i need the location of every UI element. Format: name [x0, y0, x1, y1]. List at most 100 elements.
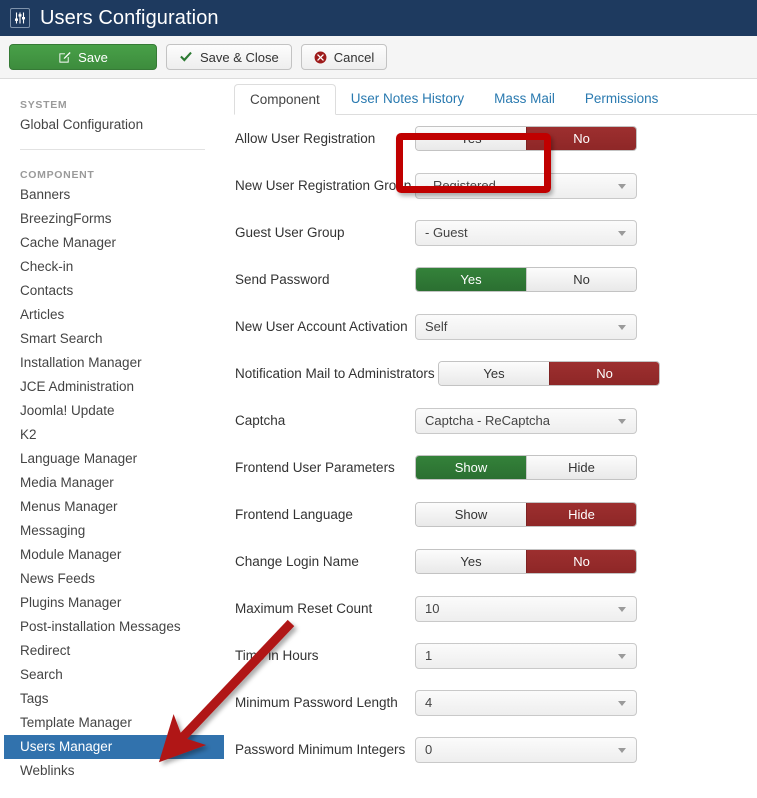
sidebar-item-module-manager[interactable]: Module Manager: [0, 543, 225, 567]
toggle-option-frontend-language-show[interactable]: Show: [416, 503, 526, 526]
chevron-down-icon: [618, 324, 626, 330]
chevron-down-icon: [618, 747, 626, 753]
page-title: Users Configuration: [40, 7, 219, 29]
toggle-change-login-name[interactable]: Yes No: [415, 549, 637, 574]
select-value-minimum-password-length: 4: [425, 695, 433, 710]
main-content: Component User Notes History Mass Mail Perm…: [225, 80, 757, 798]
field-control-change-login-name: Yes No: [415, 549, 637, 574]
sidebar-item-tags[interactable]: Tags: [0, 687, 225, 711]
chevron-down-icon: [618, 230, 626, 236]
toggle-option-change-login-name-yes[interactable]: Yes: [416, 550, 526, 573]
tab-bar: Component User Notes History Mass Mail Perm…: [234, 80, 757, 115]
save-and-close-button-label: Save & Close: [200, 49, 279, 65]
sidebar-heading: SYSTEM: [20, 99, 68, 111]
sidebar-item-plugins-manager[interactable]: Plugins Manager: [0, 591, 225, 615]
sidebar-item-menus-manager[interactable]: Menus Manager: [0, 495, 225, 519]
sidebar-item-smart-search[interactable]: Smart Search: [0, 327, 225, 351]
cancel-circle-icon: [314, 51, 327, 64]
toggle-send-password[interactable]: Yes No: [415, 267, 637, 292]
field-control-allow-user-registration: Yes No: [415, 126, 637, 151]
sidebar-item-banners[interactable]: Banners: [0, 183, 225, 207]
sidebar-item-cache-manager[interactable]: Cache Manager: [0, 231, 225, 255]
select-value-new-user-account-activation: Self: [425, 319, 448, 334]
save-button-label: Save: [78, 49, 108, 65]
toggle-option-send-password-yes[interactable]: Yes: [416, 268, 526, 291]
field-label-time-in-hours: Time in Hours: [235, 648, 319, 663]
select-value-maximum-reset-count: 10: [425, 601, 440, 616]
tab-mass-mail[interactable]: Mass Mail: [479, 84, 570, 114]
save-and-close-button[interactable]: Save & Close: [166, 44, 292, 70]
select-value-guest-user-group: - Guest: [425, 225, 468, 240]
sidebar-item-search[interactable]: Search: [0, 663, 225, 687]
sidebar-item-articles[interactable]: Articles: [0, 303, 225, 327]
toggle-option-notification-mail-to-administrators-no[interactable]: No: [549, 362, 659, 385]
toggle-option-notification-mail-to-administrators-yes[interactable]: Yes: [439, 362, 549, 385]
select-captcha[interactable]: Captcha - ReCaptcha: [415, 407, 637, 434]
form-row-captcha: Captcha Captcha - ReCaptcha: [225, 407, 757, 434]
select-guest-user-group[interactable]: - Guest: [415, 219, 637, 246]
tab-user-notes-history[interactable]: User Notes History: [336, 84, 479, 114]
sidebar-item-contacts[interactable]: Contacts: [0, 279, 225, 303]
form-row-time-in-hours: Time in Hours 1: [225, 642, 757, 669]
sidebar-item-media-manager[interactable]: Media Manager: [0, 471, 225, 495]
cancel-button[interactable]: Cancel: [300, 44, 388, 70]
toggle-allow-user-registration[interactable]: Yes No: [415, 126, 637, 151]
sidebar-item-messaging[interactable]: Messaging: [0, 519, 225, 543]
form-row-password-minimum-integers: Password Minimum Integers 0: [225, 736, 757, 763]
sidebar-item-template-manager[interactable]: Template Manager: [0, 711, 225, 735]
sidebar-item-global-configuration[interactable]: Global Configuration: [0, 113, 225, 137]
field-label-maximum-reset-count: Maximum Reset Count: [235, 601, 373, 616]
toolbar: Save Save & Close Cancel: [0, 36, 757, 79]
select-password-minimum-integers[interactable]: 0: [415, 736, 637, 763]
toggle-option-allow-user-registration-yes[interactable]: Yes: [416, 127, 526, 150]
field-control-minimum-password-length: 4: [415, 689, 637, 716]
field-control-notification-mail-to-administrators: Yes No: [438, 361, 660, 386]
sidebar-item-joomla-update[interactable]: Joomla! Update: [0, 399, 225, 423]
toggle-frontend-user-parameters[interactable]: Show Hide: [415, 455, 637, 480]
toggle-frontend-language[interactable]: Show Hide: [415, 502, 637, 527]
save-button[interactable]: Save: [9, 44, 157, 70]
field-label-frontend-language: Frontend Language: [235, 507, 353, 522]
field-control-time-in-hours: 1: [415, 642, 637, 669]
settings-form: Allow User Registration Yes No New User Reg…: [225, 115, 757, 763]
select-time-in-hours[interactable]: 1: [415, 642, 637, 669]
field-control-new-user-registration-group: - Registered: [415, 172, 637, 199]
toggle-option-send-password-no[interactable]: No: [526, 268, 636, 291]
form-row-notification-mail-to-administrators: Notification Mail to Administrators Yes No: [225, 361, 757, 386]
form-row-send-password: Send Password Yes No: [225, 267, 757, 292]
toggle-option-frontend-user-parameters-hide[interactable]: Hide: [526, 456, 636, 479]
edit-pencil-icon: [58, 51, 71, 64]
sidebar-item-language-manager[interactable]: Language Manager: [0, 447, 225, 471]
sidebar-item-k2[interactable]: K2: [0, 423, 225, 447]
tab-permissions[interactable]: Permissions: [570, 84, 674, 114]
sidebar-item-breezingforms[interactable]: BreezingForms: [0, 207, 225, 231]
sidebar-item-weblinks[interactable]: Weblinks: [0, 759, 225, 783]
toggle-option-frontend-language-hide[interactable]: Hide: [526, 503, 636, 526]
toggle-option-allow-user-registration-no[interactable]: No: [526, 127, 636, 150]
select-new-user-registration-group[interactable]: - Registered: [415, 172, 637, 199]
toggle-option-frontend-user-parameters-show[interactable]: Show: [416, 456, 526, 479]
toggle-option-change-login-name-no[interactable]: No: [526, 550, 636, 573]
sidebar-item-users-manager[interactable]: Users Manager: [4, 735, 224, 759]
sidebar-item-post-installation-messages[interactable]: Post-installation Messages: [0, 615, 225, 639]
field-label-notification-mail-to-administrators: Notification Mail to Administrators: [235, 366, 435, 381]
field-control-password-minimum-integers: 0: [415, 736, 637, 763]
form-row-change-login-name: Change Login Name Yes No: [225, 549, 757, 574]
field-control-frontend-language: Show Hide: [415, 502, 637, 527]
field-control-captcha: Captcha - ReCaptcha: [415, 407, 637, 434]
sidebar-item-installation-manager[interactable]: Installation Manager: [0, 351, 225, 375]
tab-component[interactable]: Component: [234, 84, 336, 115]
form-row-frontend-language: Frontend Language Show Hide: [225, 502, 757, 527]
field-label-password-minimum-integers: Password Minimum Integers: [235, 742, 406, 757]
field-control-guest-user-group: - Guest: [415, 219, 637, 246]
field-label-change-login-name: Change Login Name: [235, 554, 359, 569]
select-maximum-reset-count[interactable]: 10: [415, 595, 637, 622]
sidebar-item-news-feeds[interactable]: News Feeds: [0, 567, 225, 591]
select-new-user-account-activation[interactable]: Self: [415, 313, 637, 340]
toggle-notification-mail-to-administrators[interactable]: Yes No: [438, 361, 660, 386]
select-minimum-password-length[interactable]: 4: [415, 689, 637, 716]
sidebar-item-jce-administration[interactable]: JCE Administration: [0, 375, 225, 399]
sidebar-item-check-in[interactable]: Check-in: [0, 255, 225, 279]
sidebar-item-redirect[interactable]: Redirect: [0, 639, 225, 663]
chevron-down-icon: [618, 183, 626, 189]
